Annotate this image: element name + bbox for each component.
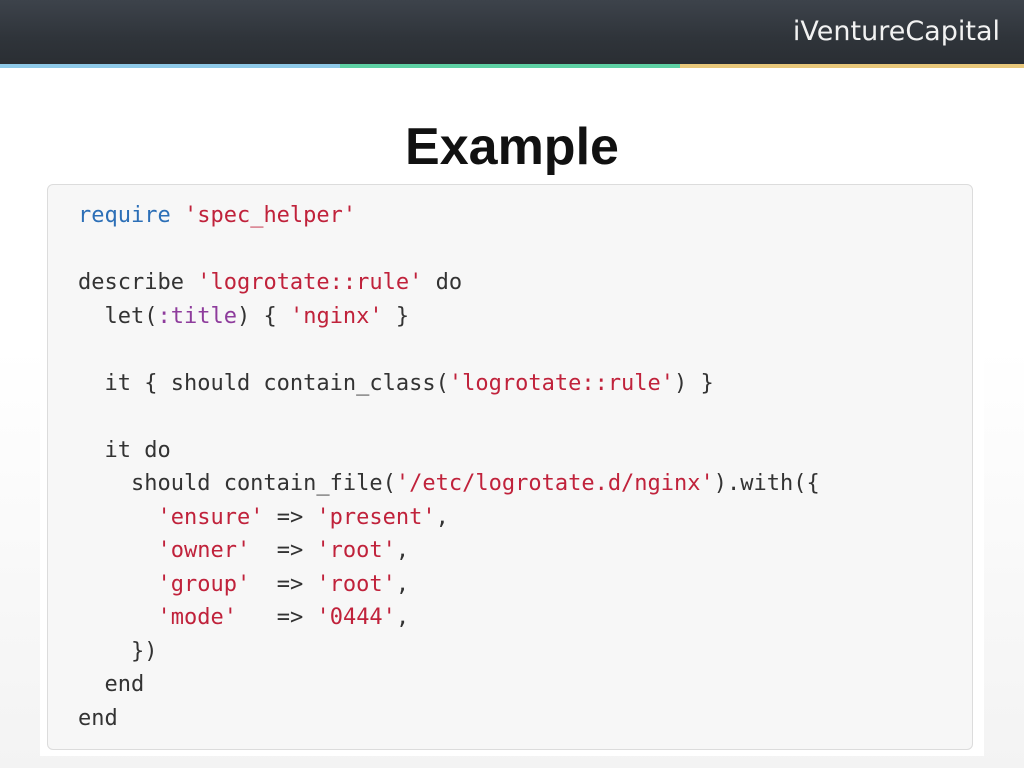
code-string: 'root' [316, 571, 396, 597]
code-line: 'owner' => 'root', [78, 534, 820, 568]
code-string: 'logrotate::rule' [448, 370, 675, 396]
slide-title: Example [405, 118, 619, 176]
code-line: it do [78, 434, 820, 468]
code-string: 'nginx' [289, 303, 383, 329]
code-string: '/etc/logrotate.d/nginx' [395, 471, 714, 496]
code-text: ) } [674, 370, 714, 396]
code-line: let(:title) { 'nginx' } [78, 300, 820, 334]
code-string: 'mode' [157, 605, 237, 630]
code-text: end [78, 672, 145, 697]
code-block: require 'spec_helper' describe 'logrotat… [47, 184, 973, 750]
code-string: 'owner' [157, 538, 251, 563]
code-text: end [78, 705, 118, 731]
code-symbol: :title [157, 303, 237, 329]
code-string: 'present' [316, 504, 436, 530]
code-text: , [395, 538, 410, 563]
code-line: should contain_file('/etc/logrotate.d/ng… [78, 467, 820, 501]
code-line: 'mode' => '0444', [78, 601, 820, 635]
code-string: 'ensure' [157, 504, 264, 530]
code-text: ) { [236, 303, 290, 329]
code-text: , [395, 605, 410, 630]
code-listing: require 'spec_helper' describe 'logrotat… [78, 199, 820, 735]
code-line: it { should contain_class('logrotate::ru… [78, 367, 820, 401]
code-line: 'group' => 'root', [78, 568, 820, 602]
code-text: it { should contain_class( [78, 370, 449, 396]
header-bar: iVentureCapital [0, 0, 1024, 64]
code-string: '0444' [316, 605, 396, 630]
code-string: 'root' [316, 538, 396, 563]
code-text: should contain_file( [78, 471, 396, 496]
code-text: => [263, 504, 317, 530]
code-text: do [422, 270, 463, 295]
code-string: 'group' [157, 571, 251, 597]
code-line: describe 'logrotate::rule' do [78, 266, 820, 300]
code-text: => [250, 571, 317, 597]
code-line: }) [78, 635, 820, 669]
code-text: , [395, 571, 410, 597]
code-line: require 'spec_helper' [78, 199, 820, 233]
code-text: let( [78, 303, 158, 329]
brand-logo: iVentureCapital [792, 16, 1000, 47]
code-text: it do [78, 437, 171, 463]
code-string: 'spec_helper' [183, 203, 357, 228]
code-text: describe [78, 270, 198, 295]
code-string: 'logrotate::rule' [197, 270, 423, 295]
code-line: end [78, 702, 820, 736]
code-line: 'ensure' => 'present', [78, 501, 820, 535]
code-text: } [382, 303, 410, 329]
code-text: }) [78, 638, 158, 664]
code-keyword: require [78, 203, 171, 228]
code-text: , [435, 504, 449, 530]
code-text: => [250, 538, 317, 563]
code-line: end [78, 668, 820, 702]
code-text: => [236, 605, 317, 630]
code-text: ).with({ [713, 471, 820, 496]
